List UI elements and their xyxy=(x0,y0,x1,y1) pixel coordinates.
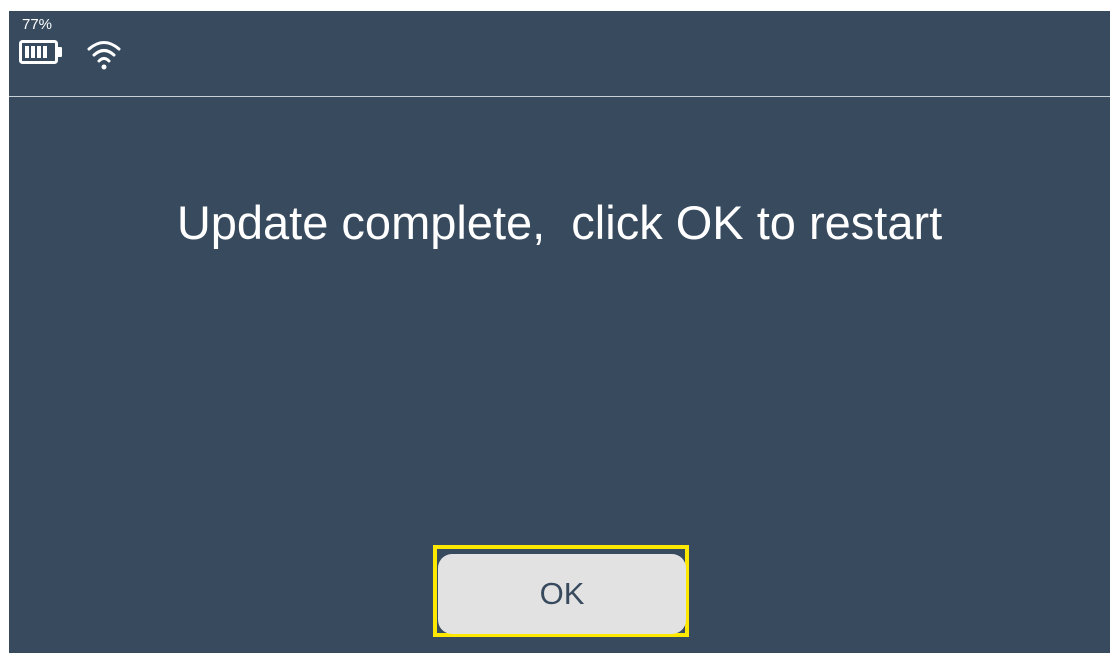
wifi-icon xyxy=(87,41,121,70)
ok-button[interactable]: OK xyxy=(438,554,686,634)
status-bar: 77% xyxy=(9,11,1110,96)
header-divider xyxy=(9,96,1110,97)
update-screen: 77% Update complete, click OK to restart… xyxy=(9,11,1110,653)
battery-icon xyxy=(19,40,62,64)
update-message: Update complete, click OK to restart xyxy=(176,196,943,249)
battery-percent: 77% xyxy=(22,16,53,33)
